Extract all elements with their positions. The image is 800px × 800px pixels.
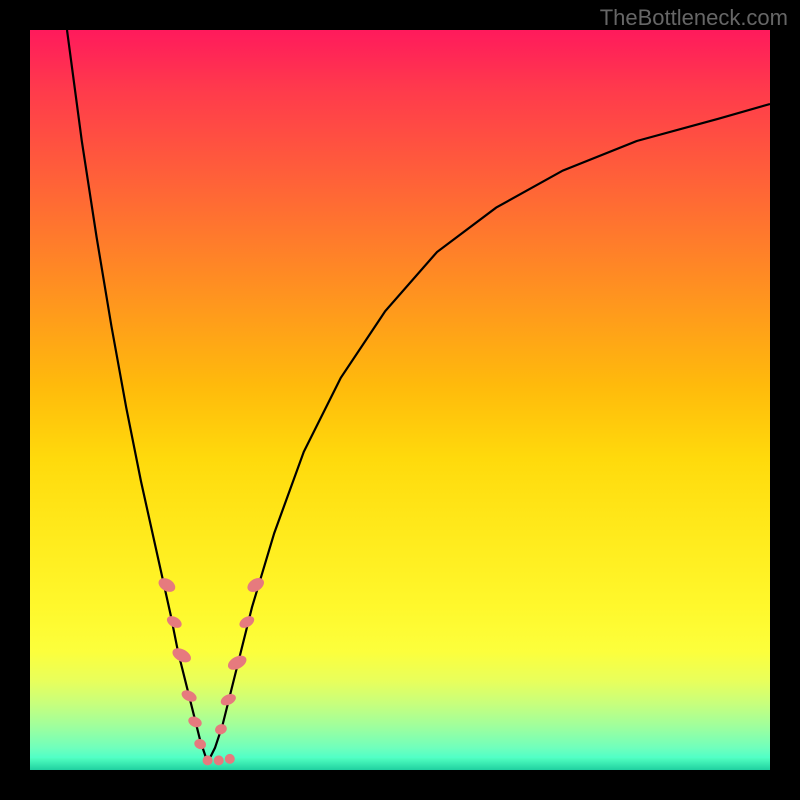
curve-marker [187, 714, 204, 729]
curve-marker [180, 688, 199, 704]
watermark-text: TheBottleneck.com [600, 5, 788, 31]
curve-marker [156, 575, 178, 594]
bottleneck-curve-plot [30, 30, 770, 770]
curve-marker [225, 754, 235, 764]
curve-marker [193, 737, 208, 751]
curve-right-branch [208, 104, 770, 763]
curve-marker [203, 755, 213, 765]
curve-marker [213, 722, 228, 736]
curve-marker [214, 755, 224, 765]
